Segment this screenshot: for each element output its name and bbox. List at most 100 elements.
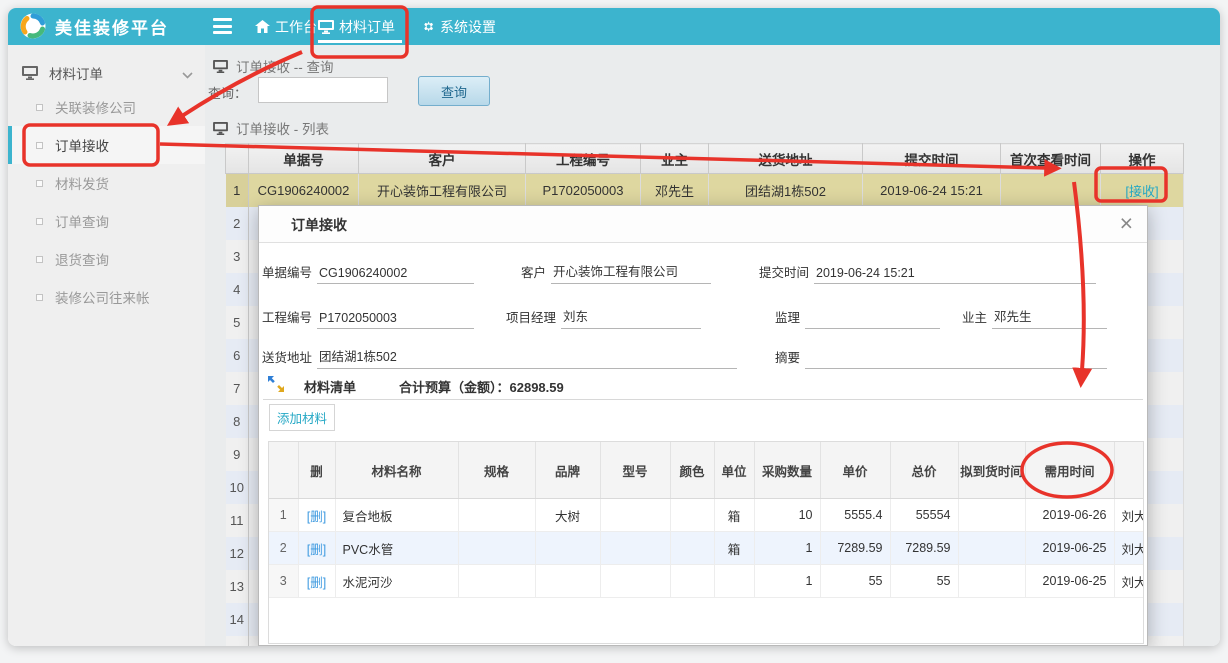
brand-title: 美佳装修平台 [55,14,169,39]
sidebar-item[interactable]: 订单查询 [8,202,205,240]
list-cell: 2019-06-24 15:21 [863,174,1001,208]
query-input[interactable] [258,77,388,103]
form-field: 监理 [775,307,940,329]
list-column-header[interactable]: 首次查看时间 [1001,144,1101,174]
add-material-button[interactable]: 添加材料 [269,404,335,431]
screenshot-stage: 美佳装修平台 工作台 材料订单 系统设置 [0,0,1228,663]
row-number: 10 [226,471,249,504]
material-column-header: 采购数量 [754,442,820,499]
delete-link[interactable]: [删] [307,510,326,524]
material-column-header: 拟到货时间 [958,442,1025,499]
field-value[interactable]: 团结湖1栋502 [317,346,737,369]
accept-link[interactable]: [接收] [1125,184,1158,199]
form-field: 单据编号CG1906240002 [262,262,474,284]
list-column-header[interactable]: 客户 [359,144,526,174]
field-value[interactable] [805,325,940,329]
field-value[interactable] [805,365,1107,369]
section-title-list: 订单接收 - 列表 [213,118,329,138]
list-cell: 开心装饰工程有限公司 [359,174,526,208]
field-value[interactable]: CG1906240002 [317,266,474,284]
nav-item-workbench[interactable]: 工作台 [255,8,317,45]
row-number: 12 [226,537,249,570]
list-column-header[interactable]: 业主 [641,144,709,174]
nav-item-label: 系统设置 [440,17,496,37]
material-cell [458,565,535,598]
field-value[interactable]: 刘东 [561,306,701,329]
list-column-header[interactable]: 工程编号 [526,144,641,174]
row-number: 1 [269,499,298,532]
sidebar-item[interactable]: 退货查询 [8,240,205,278]
nav-item-label: 工作台 [275,17,317,37]
sidebar-group-material-orders[interactable]: 材料订单 [8,58,205,88]
material-cell [670,499,714,532]
sidebar-item-label: 订单接收 [55,135,109,155]
material-column-header: 型号 [600,442,670,499]
row-number: 8 [226,405,249,438]
form-field: 提交时间2019-06-24 15:21 [759,262,1096,284]
list-cell: CG1906240002 [249,174,359,208]
material-cell: PVC水管 [335,532,458,565]
chevron-down-icon [182,67,193,82]
material-row: 2[删]PVC水管箱17289.597289.592019-06-25刘大 [269,532,1143,565]
field-value[interactable]: 邓先生 [992,306,1107,329]
sidebar-item-label: 退货查询 [55,249,109,269]
field-label: 单据编号 [262,262,317,284]
budget-total: 合计预算（金额）：62898.59 [399,377,564,396]
list-cell: 邓先生 [641,174,709,208]
logo-icon [20,13,46,39]
table-row[interactable]: 1CG1906240002开心装饰工程有限公司P1702050003邓先生团结湖… [226,174,1184,208]
form-field: 摘要 [775,347,1107,369]
material-row: 1[删]复合地板大树箱105555.4555542019-06-26刘大 [269,499,1143,532]
material-cell: 2019-06-26 [1025,499,1114,532]
material-cell: 55 [890,565,958,598]
section-title-text: 订单接收 -- 查询 [236,56,334,76]
list-column-header[interactable] [226,144,249,174]
row-number: 2 [269,532,298,565]
material-cell [458,532,535,565]
nav-item-system-settings[interactable]: 系统设置 [420,8,496,45]
material-cell [535,565,600,598]
list-column-header[interactable]: 提交时间 [863,144,1001,174]
material-cell: 刘大 [1114,499,1143,532]
material-cell [458,499,535,532]
list-column-header[interactable]: 单据号 [249,144,359,174]
sidebar-item-label: 装修公司往来帐 [55,287,150,307]
field-value[interactable]: P1702050003 [317,311,474,329]
delete-link[interactable]: [删] [307,576,326,590]
query-label: 查询： [208,83,247,102]
monitor-icon [213,122,228,135]
material-cell: 刘大 [1114,532,1143,565]
menu-toggle-icon[interactable] [213,18,232,34]
field-value[interactable]: 2019-06-24 15:21 [814,266,1096,284]
delete-link[interactable]: [删] [307,543,326,557]
form-field: 工程编号P1702050003 [262,307,474,329]
sidebar-item[interactable]: 材料发货 [8,164,205,202]
sidebar-item[interactable]: 关联装修公司 [8,88,205,126]
divider [263,399,1143,400]
section-title-query: 订单接收 -- 查询 [213,56,334,76]
material-cell [958,499,1025,532]
top-navbar: 美佳装修平台 工作台 材料订单 系统设置 [8,8,1220,45]
field-value[interactable]: 开心装饰工程有限公司 [551,261,711,284]
sidebar-item[interactable]: 订单接收 [8,126,205,164]
home-icon [255,20,270,34]
close-icon[interactable]: × [1116,209,1137,237]
material-cell: 55 [820,565,890,598]
bullet-icon [36,104,43,111]
sidebar-item[interactable]: 装修公司往来帐 [8,278,205,316]
bullet-icon [36,180,43,187]
material-cell: 7289.59 [820,532,890,565]
bullet-icon [36,142,43,149]
active-nav-underline [318,40,402,43]
material-cell: 刘大 [1114,565,1143,598]
list-column-header[interactable]: 送货地址 [709,144,863,174]
delete-cell: [删] [298,565,335,598]
list-cell [1001,174,1101,208]
monitor-icon [22,66,38,80]
query-button[interactable]: 查询 [418,76,490,106]
action-cell: [接收] [1101,174,1184,208]
row-number: 14 [226,603,249,636]
list-column-header[interactable]: 操作 [1101,144,1184,174]
material-cell: 10 [754,499,820,532]
row-number: 9 [226,438,249,471]
